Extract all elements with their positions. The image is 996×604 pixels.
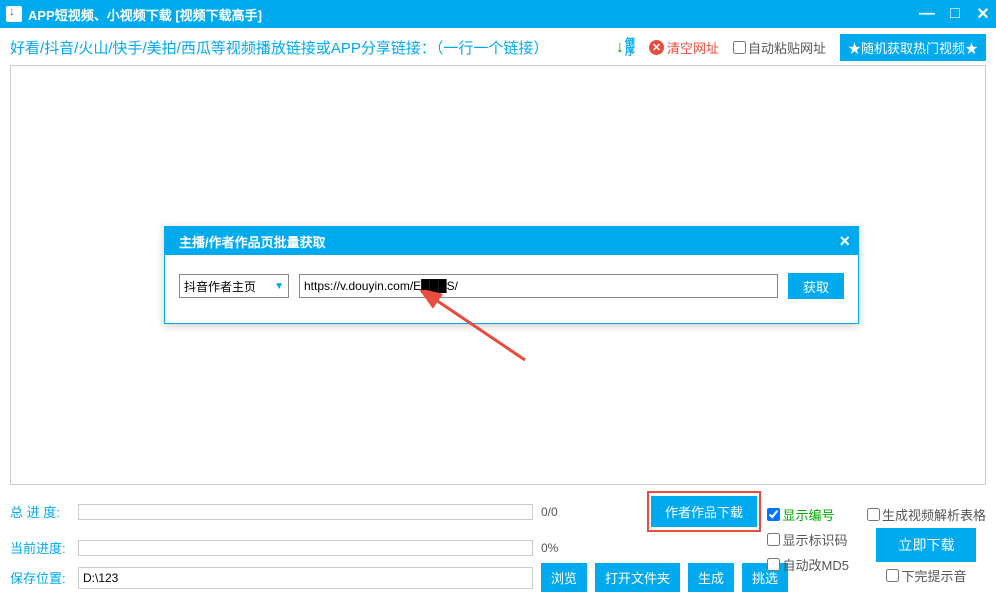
platform-select-value: 抖音作者主页	[184, 278, 256, 295]
modal-close-button[interactable]: ×	[839, 231, 850, 252]
window-controls: — □ ✕	[920, 7, 990, 21]
author-download-highlight: 作者作品下载	[647, 491, 761, 532]
save-location-input[interactable]	[78, 567, 533, 589]
modal-title-bar: 主播/作者作品页批量获取 ×	[165, 227, 858, 255]
browse-button[interactable]: 浏览	[541, 563, 587, 592]
total-progress-bar	[78, 504, 533, 520]
arrow-down-icon: ↓	[616, 39, 624, 57]
random-hot-button[interactable]: ★随机获取热门视频★	[840, 34, 986, 61]
modal-title: 主播/作者作品页批量获取	[179, 232, 326, 251]
author-url-input[interactable]	[299, 274, 778, 298]
auto-md5-checkbox[interactable]: 自动改MD5	[767, 555, 849, 574]
chevron-down-icon: ▼	[274, 281, 284, 292]
top-toolbar: 好看/抖音/火山/快手/美拍/西瓜等视频播放链接或APP分享链接：（一行一个链接…	[0, 28, 996, 65]
generate-button[interactable]: 生成	[688, 563, 734, 592]
maximize-button[interactable]: □	[948, 7, 962, 21]
close-button[interactable]: ✕	[976, 7, 990, 21]
show-id-checkbox[interactable]: 显示标识码	[767, 530, 849, 549]
auto-paste-input[interactable]	[733, 41, 746, 54]
author-batch-modal: 主播/作者作品页批量获取 × 抖音作者主页 ▼ 获取	[164, 226, 859, 324]
current-progress-value: 0%	[541, 541, 581, 555]
close-circle-icon: ✕	[649, 40, 664, 55]
current-progress-label: 当前进度:	[10, 538, 70, 557]
clear-urls-button[interactable]: ✕ 清空网址	[649, 38, 719, 57]
right-options: 显示编号 显示标识码 自动改MD5 生成视频解析表格 立即下载 下完提示音	[767, 505, 986, 585]
title-bar: APP短视频、小视频下载 [视频下载高手] — □ ✕	[0, 0, 996, 28]
platform-select[interactable]: 抖音作者主页 ▼	[179, 274, 289, 298]
app-icon	[6, 6, 22, 22]
url-hint: 好看/抖音/火山/快手/美拍/西瓜等视频播放链接或APP分享链接：（一行一个链接…	[10, 37, 548, 58]
author-works-download-button[interactable]: 作者作品下载	[651, 496, 757, 527]
minimize-button[interactable]: —	[920, 7, 934, 21]
show-number-checkbox[interactable]: 显示编号	[767, 505, 849, 524]
total-progress-label: 总 进 度:	[10, 502, 70, 521]
auto-paste-checkbox[interactable]: 自动粘贴网址	[733, 38, 826, 57]
total-progress-value: 0/0	[541, 505, 581, 519]
download-now-button[interactable]: 立即下载	[876, 528, 976, 562]
gen-table-checkbox[interactable]: 生成视频解析表格	[867, 505, 986, 524]
open-folder-button[interactable]: 打开文件夹	[595, 563, 680, 592]
fetch-button[interactable]: 获取	[788, 273, 844, 299]
done-sound-checkbox[interactable]: 下完提示音	[886, 566, 966, 585]
save-location-label: 保存位置:	[10, 568, 70, 587]
current-progress-bar	[78, 540, 533, 556]
modal-body: 抖音作者主页 ▼ 获取	[165, 255, 858, 323]
window-title: APP短视频、小视频下载 [视频下载高手]	[28, 5, 262, 24]
reverse-order-button[interactable]: ↓ 倒序	[616, 39, 635, 57]
